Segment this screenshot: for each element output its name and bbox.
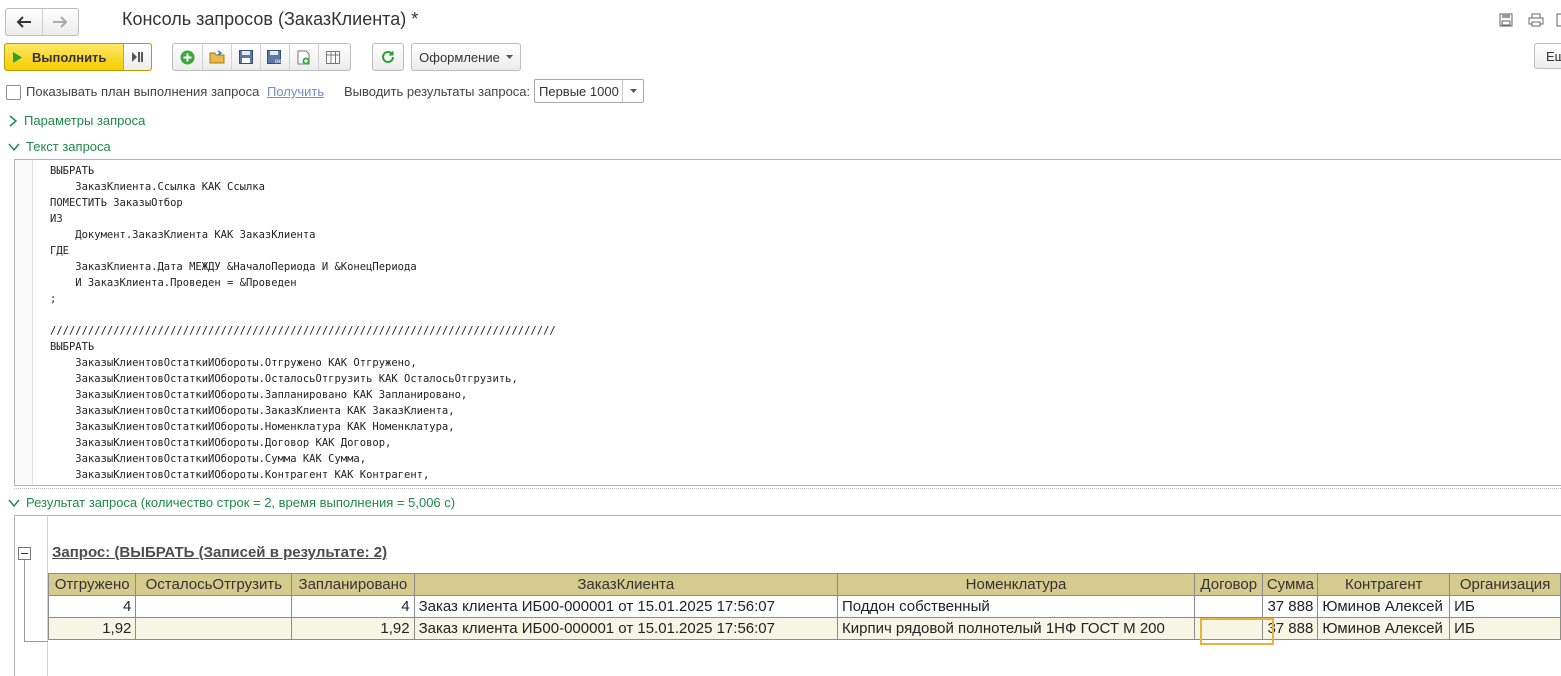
play-icon xyxy=(13,51,22,63)
design-menu-label: Оформление xyxy=(419,49,500,65)
svg-text:ок: ок xyxy=(275,59,281,64)
column-header[interactable]: Организация xyxy=(1449,573,1561,596)
table-icon xyxy=(326,50,340,64)
floppy-ok-icon: ок xyxy=(267,50,281,64)
chevron-down-icon xyxy=(8,143,20,151)
show-plan-checkbox[interactable] xyxy=(6,85,21,100)
more-button[interactable]: Ещё xyxy=(1534,43,1561,69)
table-cell[interactable]: 37 888 xyxy=(1262,617,1319,640)
query-code[interactable]: ВЫБРАТЬ ЗаказКлиента.Ссылка КАК Ссылка П… xyxy=(50,163,556,483)
editor-gutter xyxy=(15,160,33,485)
table-cell[interactable]: ИБ xyxy=(1449,595,1561,618)
open-file-button[interactable] xyxy=(202,44,231,70)
table-cell[interactable]: Кирпич рядовой полнотелый 1НФ ГОСТ М 200 xyxy=(836,617,1196,640)
section-query-text-label: Текст запроса xyxy=(26,139,111,154)
table-cell[interactable]: Поддон собственный xyxy=(836,595,1196,618)
dropdown-arrow[interactable] xyxy=(622,80,643,102)
group-collapse-button[interactable] xyxy=(18,547,31,560)
table-cell[interactable] xyxy=(1193,617,1264,640)
table-cell[interactable]: Юминов Алексей xyxy=(1317,617,1451,640)
output-limit-select[interactable]: Первые 1000 xyxy=(534,79,644,103)
table-row[interactable]: 4 4 Заказ клиента ИБ00-000001 от 15.01.202… xyxy=(47,595,1561,618)
column-header[interactable]: Договор xyxy=(1193,573,1264,596)
table-cell[interactable]: Юминов Алексей xyxy=(1317,595,1451,618)
show-plan-label: Показывать план выполнения запроса xyxy=(26,84,260,99)
group-tree-line-end xyxy=(24,641,48,642)
section-query-params[interactable]: Параметры запроса xyxy=(8,113,145,128)
report-title: Запрос: (ВЫБРАТЬ (Записей в результате: … xyxy=(52,544,388,561)
new-query-button[interactable] xyxy=(173,44,202,70)
group-tree-line xyxy=(24,560,25,642)
chevron-right-icon xyxy=(9,114,18,127)
column-header[interactable]: Запланировано xyxy=(291,573,415,596)
export-button[interactable] xyxy=(289,44,318,70)
caret-down-icon xyxy=(505,55,513,59)
column-header[interactable]: Отгружено xyxy=(47,573,137,596)
table-cell[interactable] xyxy=(135,617,293,640)
more-button-label: Ещё xyxy=(1546,49,1561,64)
save-window-icon[interactable] xyxy=(1497,11,1515,29)
chevron-down-icon xyxy=(8,499,20,507)
column-header[interactable]: ОсталосьОтгрузить xyxy=(135,573,293,596)
column-header[interactable]: Номенклатура xyxy=(836,573,1196,596)
caret-down-icon xyxy=(629,89,637,93)
refresh-icon xyxy=(381,50,394,63)
back-button[interactable] xyxy=(6,9,42,35)
table-cell[interactable]: Заказ клиента ИБ00-000001 от 15.01.2025 … xyxy=(413,617,838,640)
section-query-text[interactable]: Текст запроса xyxy=(8,139,111,154)
add-circle-icon xyxy=(180,50,195,64)
table-header-row: Отгружено ОсталосьОтгрузить Запланировано З… xyxy=(47,573,1561,596)
column-header[interactable]: Сумма xyxy=(1262,573,1319,596)
table-row[interactable]: 1,92 1,92 Заказ клиента ИБ00-000001 от 15.… xyxy=(47,617,1561,640)
arrow-right-icon xyxy=(53,16,68,28)
table-cell[interactable]: 1,92 xyxy=(291,617,415,640)
window-menu-icon[interactable] xyxy=(1552,11,1561,29)
folder-open-icon xyxy=(209,50,225,64)
table-cell[interactable]: Заказ клиента ИБ00-000001 от 15.01.2025 … xyxy=(413,595,838,618)
refresh-toolbar xyxy=(372,43,404,71)
forward-button[interactable] xyxy=(41,9,79,35)
refresh-button[interactable] xyxy=(373,44,402,70)
navigation-buttons xyxy=(5,8,79,36)
table-cell[interactable] xyxy=(135,595,293,618)
floppy-icon xyxy=(239,50,253,64)
table-cell[interactable]: 37 888 xyxy=(1262,595,1319,618)
section-query-result[interactable]: Результат запроса (количество строк = 2,… xyxy=(8,495,455,510)
design-menu-button[interactable]: Оформление xyxy=(411,43,521,71)
column-header[interactable]: ЗаказКлиента xyxy=(413,573,838,596)
table-cell[interactable]: 4 xyxy=(291,595,415,618)
get-plan-link[interactable]: Получить xyxy=(267,84,324,99)
file-toolbar: ок xyxy=(172,43,351,71)
document-add-icon xyxy=(297,50,310,64)
table-cell[interactable]: 4 xyxy=(47,595,137,618)
query-text-editor[interactable]: ВЫБРАТЬ ЗаказКлиента.Ссылка КАК Ссылка П… xyxy=(14,159,1561,486)
table-cell[interactable] xyxy=(1193,595,1264,618)
table-button[interactable] xyxy=(318,44,347,70)
output-limit-value: Первые 1000 xyxy=(539,84,619,99)
run-options-button[interactable] xyxy=(123,44,151,70)
table-cell[interactable]: ИБ xyxy=(1449,617,1561,640)
arrow-left-icon xyxy=(16,16,31,28)
save-button[interactable] xyxy=(231,44,260,70)
minus-icon xyxy=(21,553,28,554)
run-query-label: Выполнить xyxy=(32,49,107,65)
print-icon[interactable] xyxy=(1527,11,1545,29)
splitter[interactable] xyxy=(14,488,1561,489)
run-query-button[interactable]: Выполнить xyxy=(4,43,152,71)
output-results-label: Выводить результаты запроса: xyxy=(344,84,531,99)
section-query-params-label: Параметры запроса xyxy=(24,113,146,128)
table-cell[interactable]: 1,92 xyxy=(47,617,137,640)
column-header[interactable]: Контрагент xyxy=(1317,573,1451,596)
section-query-result-label: Результат запроса (количество строк = 2,… xyxy=(26,495,456,510)
result-table: Отгружено ОсталосьОтгрузить Запланировано З… xyxy=(47,573,1561,640)
save-as-button[interactable]: ок xyxy=(260,44,289,70)
window-title: Консоль запросов (ЗаказКлиента) * xyxy=(122,9,419,29)
run-step-icon xyxy=(131,52,143,62)
